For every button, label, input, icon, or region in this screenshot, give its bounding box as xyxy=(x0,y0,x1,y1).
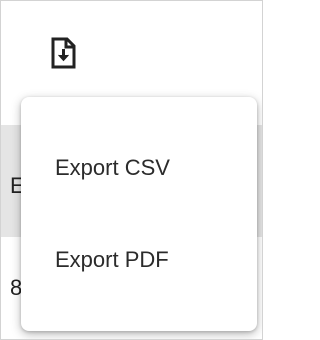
export-button[interactable] xyxy=(39,31,87,75)
file-download-icon xyxy=(51,37,76,69)
export-pdf-menu-item[interactable]: Export PDF xyxy=(21,240,257,280)
export-csv-menu-item[interactable]: Export CSV xyxy=(21,148,257,188)
app-frame: E 8 Export CSV Export PDF xyxy=(0,0,263,340)
export-menu: Export CSV Export PDF xyxy=(21,97,257,331)
